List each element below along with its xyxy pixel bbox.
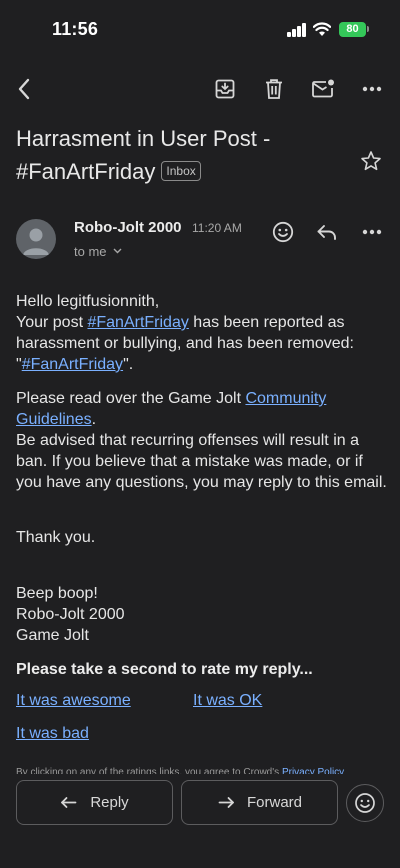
guidelines-line: Please read over the Game Jolt Community… <box>16 388 388 430</box>
mark-unread-button[interactable] <box>309 76 337 102</box>
delete-button[interactable] <box>260 76 288 102</box>
signature: Beep boop! Robo-Jolt 2000 Game Jolt <box>16 583 388 646</box>
post-link-1[interactable]: #FanArtFriday <box>87 314 188 331</box>
notice-text-1: Your post <box>16 314 88 331</box>
sender-name[interactable]: Robo-Jolt 2000 <box>74 219 182 236</box>
status-time: 11:56 <box>52 19 99 39</box>
battery-tip <box>367 26 369 32</box>
battery-indicator: 80 <box>339 22 366 37</box>
add-reaction-button[interactable] <box>270 219 296 245</box>
forward-button[interactable]: Forward <box>181 780 338 825</box>
greeting: Hello legitfusionnith, <box>16 293 160 310</box>
sender-avatar[interactable] <box>16 219 56 259</box>
forward-label: Forward <box>246 794 302 811</box>
archive-button[interactable] <box>211 76 239 102</box>
notice-text-3: ". <box>123 356 134 373</box>
archive-icon <box>215 79 235 99</box>
recipient-details[interactable]: to me <box>74 244 122 259</box>
recipient-text: to me <box>74 244 107 259</box>
subject-text: Harrasment in User Post - #FanArtFriday <box>16 126 271 184</box>
signature-line-1: Beep boop! <box>16 585 98 602</box>
guidelines-text: Please read over the Game Jolt <box>16 390 246 407</box>
mark-unread-icon <box>312 79 334 98</box>
person-icon <box>23 228 49 255</box>
more-icon <box>362 229 382 235</box>
warning-text: Be advised that recurring offenses will … <box>16 432 387 491</box>
chevron-down-icon <box>113 248 122 254</box>
emoji-icon <box>272 221 294 243</box>
message-more-button[interactable] <box>358 221 386 243</box>
cellular-signal-icon <box>287 23 307 37</box>
rating-heading: Please take a second to rate my reply... <box>16 661 313 678</box>
delete-icon <box>266 79 282 99</box>
rate-bad-link[interactable]: It was bad <box>16 725 89 743</box>
email-subject: Harrasment in User Post - #FanArtFriday I… <box>16 122 356 188</box>
reply-label: Reply <box>90 794 129 811</box>
inbox-label[interactable]: Inbox <box>161 161 201 181</box>
reply-quick-button[interactable] <box>313 220 341 244</box>
star-button[interactable] <box>358 148 384 174</box>
more-options-button[interactable] <box>358 78 386 100</box>
status-bar: 11:56 80 <box>0 0 400 60</box>
post-link-2[interactable]: #FanArtFriday <box>22 356 123 373</box>
removal-notice: Your post #FanArtFriday has been reporte… <box>16 312 388 375</box>
back-button[interactable] <box>10 74 38 104</box>
body-paragraph-1: Hello legitfusionnith, Your post #FanArt… <box>16 291 388 375</box>
forward-icon <box>218 796 234 808</box>
thanks-text: Thank you. <box>16 529 96 546</box>
emoji-reaction-button[interactable] <box>346 784 384 822</box>
sent-time: 11:20 AM <box>192 221 242 235</box>
guidelines-period: . <box>91 411 97 428</box>
body-paragraph-2: Please read over the Game Jolt Community… <box>16 388 388 493</box>
reply-icon <box>61 796 77 808</box>
emoji-icon <box>355 793 375 813</box>
star-icon <box>361 151 381 171</box>
signature-line-2: Robo-Jolt 2000 <box>16 606 125 623</box>
rate-awesome-link[interactable]: It was awesome <box>16 692 131 710</box>
more-icon <box>362 86 382 92</box>
signature-line-3: Game Jolt <box>16 627 89 644</box>
battery-level: 80 <box>346 23 359 35</box>
reply-button[interactable]: Reply <box>16 780 173 825</box>
rate-ok-link[interactable]: It was OK <box>193 692 262 710</box>
wifi-icon <box>313 22 331 36</box>
reply-icon <box>317 225 336 240</box>
back-icon <box>18 78 30 100</box>
